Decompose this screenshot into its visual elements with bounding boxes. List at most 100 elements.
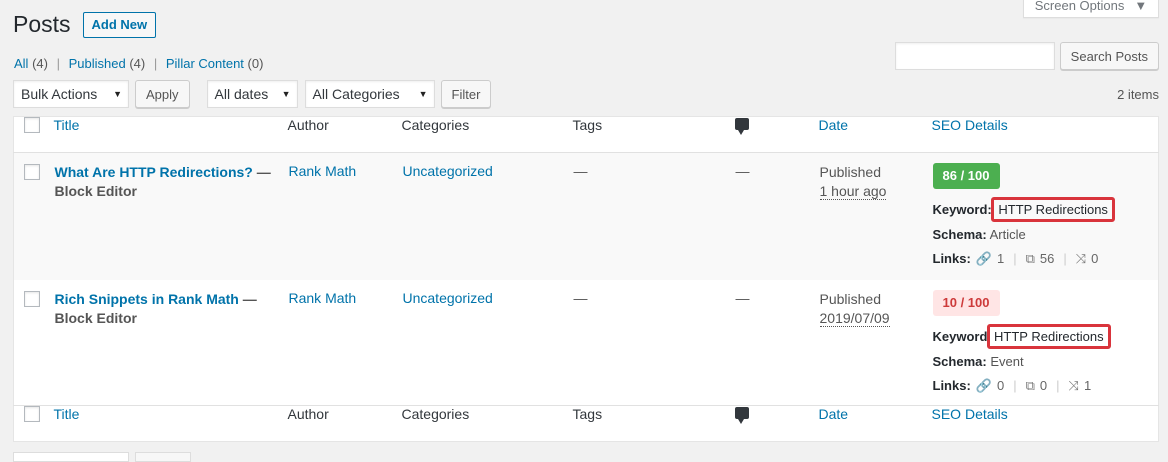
schema-value: Event — [990, 353, 1024, 369]
category-link[interactable]: Uncategorized — [403, 163, 493, 179]
column-seo: SEO Details — [932, 117, 1159, 153]
seo-details-link[interactable]: SEO Details — [932, 117, 1008, 133]
table-header-row: Title Author Categories Tags Date SEO De… — [13, 117, 1159, 153]
tablenav-bottom — [13, 452, 191, 462]
view-separator: | — [153, 56, 158, 71]
incoming-links-count: 1 — [1083, 377, 1092, 393]
dropdown-arrow-icon: ▼ — [418, 89, 428, 99]
links-label: Links: — [932, 251, 971, 266]
keyword-label: Keyword — [932, 328, 988, 344]
bulk-actions-value: Bulk Actions — [21, 86, 98, 102]
search-posts-button[interactable]: Search Posts — [1059, 42, 1159, 70]
links-separator: | — [1063, 251, 1067, 266]
tablenav-top: Bulk Actions ▼ Apply All dates ▼ All Cat… — [13, 80, 492, 108]
seo-score-badge: 86 / 100 — [932, 163, 1000, 189]
row-checkbox[interactable] — [24, 290, 40, 307]
incoming-links-count: 0 — [1091, 251, 1099, 266]
focus-keyword: HTTP Redirections — [991, 197, 1115, 222]
dropdown-arrow-icon: ▼ — [113, 89, 122, 99]
post-status: Published — [819, 164, 882, 180]
internal-link-icon: 🔗 — [975, 377, 992, 393]
schema-label: Schema: — [932, 353, 987, 369]
view-all-link[interactable]: All — [14, 56, 28, 71]
author-cell: Rank Math — [288, 153, 402, 280]
view-pillar-content-link[interactable]: Pillar Content — [166, 56, 244, 71]
post-date: 2019/07/09 — [819, 309, 890, 327]
screen-options-button[interactable]: Screen Options ▼ — [1023, 0, 1159, 18]
column-categories: Categories — [401, 117, 470, 133]
column-title: Title — [54, 406, 288, 442]
tags-cell: — — [573, 163, 588, 179]
author-link[interactable]: Rank Math — [289, 163, 357, 179]
screen-options-label: Screen Options — [1034, 0, 1125, 13]
select-all-cell — [14, 117, 54, 153]
links-label: Links: — [932, 377, 971, 393]
links-separator: | — [1013, 377, 1017, 393]
column-tags: Tags — [572, 406, 603, 422]
categories-cell: Uncategorized — [402, 153, 573, 280]
post-title-link[interactable]: What Are HTTP Redirections? — [55, 164, 253, 180]
column-author: Author — [287, 117, 329, 133]
view-published-count: (4) — [129, 56, 146, 71]
table-row: Rich Snippets in Rank Math — Block Edito… — [13, 279, 1159, 406]
focus-keyword: HTTP Redirections — [987, 323, 1111, 349]
select-all-checkbox[interactable] — [24, 117, 40, 133]
title-cell: What Are HTTP Redirections? — Block Edit… — [54, 153, 288, 280]
keyword-label: Keyword: — [932, 202, 992, 217]
table-row: What Are HTTP Redirections? — Block Edit… — [13, 152, 1159, 280]
sort-title-link[interactable]: Title — [54, 117, 80, 133]
seo-details-link[interactable]: SEO Details — [932, 406, 1008, 422]
post-date: 1 hour ago — [819, 183, 887, 200]
row-checkbox[interactable] — [24, 164, 40, 180]
categories-select[interactable]: All Categories ▼ — [304, 80, 435, 108]
view-all-count: (4) — [32, 56, 48, 71]
post-title-link[interactable]: Rich Snippets in Rank Math — [55, 291, 239, 307]
comments-cell: — — [735, 163, 750, 179]
dates-select[interactable]: All dates ▼ — [206, 80, 298, 108]
comments-cell: — — [735, 289, 750, 306]
internal-link-icon: 🔗 — [975, 251, 992, 266]
bulk-actions-select[interactable]: Bulk Actions ▼ — [13, 80, 129, 108]
bulk-actions-select-bottom[interactable] — [13, 452, 129, 462]
page-header: Posts Add New — [13, 10, 157, 39]
links-line: Links: 🔗 0 | ⧉ 0 | ⤨ 1 — [933, 377, 1158, 394]
author-cell: Rank Math — [288, 280, 402, 406]
column-tags: Tags — [572, 117, 603, 133]
select-all-checkbox[interactable] — [24, 406, 40, 422]
column-author: Author — [287, 406, 329, 422]
row-checkbox-cell — [14, 153, 54, 280]
table-footer-row: Title Author Categories Tags Date SEO De… — [13, 405, 1159, 442]
apply-button[interactable]: Apply — [135, 80, 190, 108]
search-box: Search Posts — [894, 42, 1159, 70]
shuffle-icon: ⤨ — [1068, 377, 1079, 393]
add-new-button[interactable]: Add New — [82, 11, 157, 38]
search-input[interactable] — [894, 42, 1055, 70]
author-link[interactable]: Rank Math — [289, 290, 357, 306]
column-comments — [734, 117, 819, 153]
column-title: Title — [54, 117, 288, 153]
sort-title-link[interactable]: Title — [54, 406, 80, 422]
column-categories: Categories — [401, 406, 470, 422]
seo-cell: 86 / 100 Keyword: HTTP Redirections Sche… — [932, 153, 1159, 280]
items-count: 2 items — [1117, 87, 1159, 102]
internal-links-count: 1 — [996, 251, 1005, 266]
sort-date-link[interactable]: Date — [819, 406, 849, 422]
comment-icon — [734, 118, 749, 135]
sort-date-link[interactable]: Date — [819, 117, 849, 133]
external-links-count: 56 — [1039, 251, 1055, 266]
column-date: Date — [819, 117, 932, 153]
filter-button[interactable]: Filter — [440, 80, 492, 108]
internal-links-count: 0 — [996, 377, 1005, 393]
links-separator: | — [1013, 251, 1017, 266]
title-cell: Rich Snippets in Rank Math — Block Edito… — [54, 280, 288, 406]
apply-button-bottom[interactable] — [135, 452, 191, 462]
post-status: Published — [819, 290, 882, 307]
external-links-count: 0 — [1039, 377, 1048, 393]
comment-icon — [734, 407, 749, 424]
category-link[interactable]: Uncategorized — [403, 290, 493, 306]
shuffle-icon: ⤨ — [1075, 251, 1087, 266]
view-published-link[interactable]: Published — [69, 56, 126, 71]
external-link-icon: ⧉ — [1025, 251, 1035, 266]
schema-line: Schema: Article — [933, 226, 1158, 243]
post-views: All (4) | Published (4) | Pillar Content… — [14, 56, 263, 71]
